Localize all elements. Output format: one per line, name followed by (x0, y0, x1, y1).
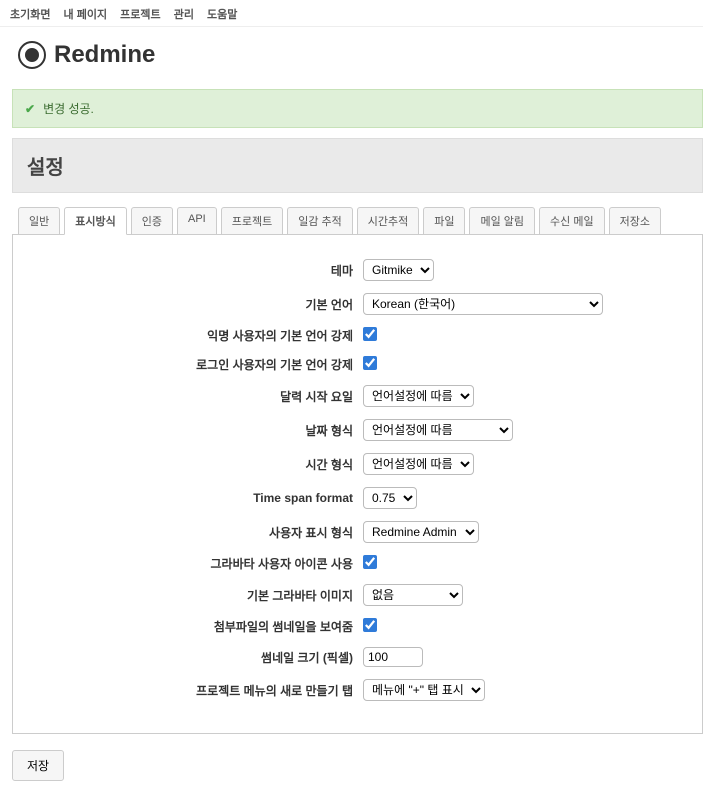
main-content: ✔ 변경 성공. 설정 일반 표시방식 인증 API 프로젝트 일감 추적 시간… (0, 89, 703, 801)
tab-files[interactable]: 파일 (423, 207, 465, 235)
flash-text: 변경 성공. (43, 100, 94, 117)
thumb-size-label: 썸네일 크기 (픽셀) (33, 649, 363, 666)
nav-help[interactable]: 도움말 (207, 9, 237, 21)
new-item-tab-label: 프로젝트 메뉴의 새로 만들기 탭 (33, 682, 363, 699)
gravatar-label: 그라바타 사용자 아이콘 사용 (33, 555, 363, 572)
flash-notice: ✔ 변경 성공. (12, 89, 703, 128)
tab-api[interactable]: API (177, 207, 217, 235)
time-fmt-label: 시간 형식 (33, 456, 363, 473)
time-fmt-select[interactable]: 언어설정에 따름 (363, 453, 474, 475)
gravatar-checkbox[interactable] (363, 555, 377, 569)
tab-auth[interactable]: 인증 (131, 207, 173, 235)
user-fmt-select[interactable]: Redmine Admin (363, 521, 479, 543)
settings-tabs: 일반 표시방식 인증 API 프로젝트 일감 추적 시간추적 파일 메일 알림 … (18, 207, 703, 235)
tab-issues[interactable]: 일감 추적 (287, 207, 353, 235)
app-logo: Redmine (18, 41, 685, 69)
force-anon-label: 익명 사용자의 기본 언어 강제 (33, 327, 363, 344)
user-fmt-label: 사용자 표시 형식 (33, 524, 363, 541)
settings-panel: 테마 Gitmike 기본 언어 Korean (한국어) 익명 사용자의 기본… (12, 234, 703, 734)
theme-label: 테마 (33, 262, 363, 279)
tab-incoming[interactable]: 수신 메일 (539, 207, 605, 235)
save-button[interactable]: 저장 (12, 750, 64, 781)
check-icon: ✔ (25, 102, 35, 116)
week-start-label: 달력 시작 요일 (33, 388, 363, 405)
tab-general[interactable]: 일반 (18, 207, 60, 235)
tab-time[interactable]: 시간추적 (357, 207, 419, 235)
gravatar-default-select[interactable]: 없음 (363, 584, 463, 606)
gravatar-default-label: 기본 그라바타 이미지 (33, 587, 363, 604)
page-title: 설정 (27, 151, 688, 180)
lang-select[interactable]: Korean (한국어) (363, 293, 603, 315)
date-fmt-label: 날짜 형식 (33, 422, 363, 439)
date-fmt-select[interactable]: 언어설정에 따름 (363, 419, 513, 441)
nav-home[interactable]: 초기화면 (10, 9, 50, 21)
force-anon-checkbox[interactable] (363, 327, 377, 341)
app-name: Redmine (54, 41, 155, 69)
top-menu: 초기화면 내 페이지 프로젝트 관리 도움말 (0, 0, 703, 27)
thumb-checkbox[interactable] (363, 618, 377, 632)
page-title-bar: 설정 (12, 138, 703, 193)
force-login-checkbox[interactable] (363, 356, 377, 370)
thumb-label: 첨부파일의 썸네일을 보여줌 (33, 618, 363, 635)
nav-admin[interactable]: 관리 (174, 9, 194, 21)
tab-projects[interactable]: 프로젝트 (221, 207, 283, 235)
week-start-select[interactable]: 언어설정에 따름 (363, 385, 474, 407)
redmine-icon (18, 41, 46, 69)
lang-label: 기본 언어 (33, 296, 363, 313)
nav-mypage[interactable]: 내 페이지 (64, 9, 108, 21)
timespan-select[interactable]: 0.75 (363, 487, 417, 509)
header: Redmine (0, 27, 703, 89)
new-item-tab-select[interactable]: 메뉴에 "+" 탭 표시 (363, 679, 485, 701)
tab-email[interactable]: 메일 알림 (469, 207, 535, 235)
timespan-label: Time span format (33, 491, 363, 505)
theme-select[interactable]: Gitmike (363, 259, 434, 281)
force-login-label: 로그인 사용자의 기본 언어 강제 (33, 356, 363, 373)
tab-display[interactable]: 표시방식 (64, 207, 126, 235)
thumb-size-input[interactable] (363, 647, 423, 667)
tab-repo[interactable]: 저장소 (609, 207, 661, 235)
nav-projects[interactable]: 프로젝트 (120, 9, 160, 21)
